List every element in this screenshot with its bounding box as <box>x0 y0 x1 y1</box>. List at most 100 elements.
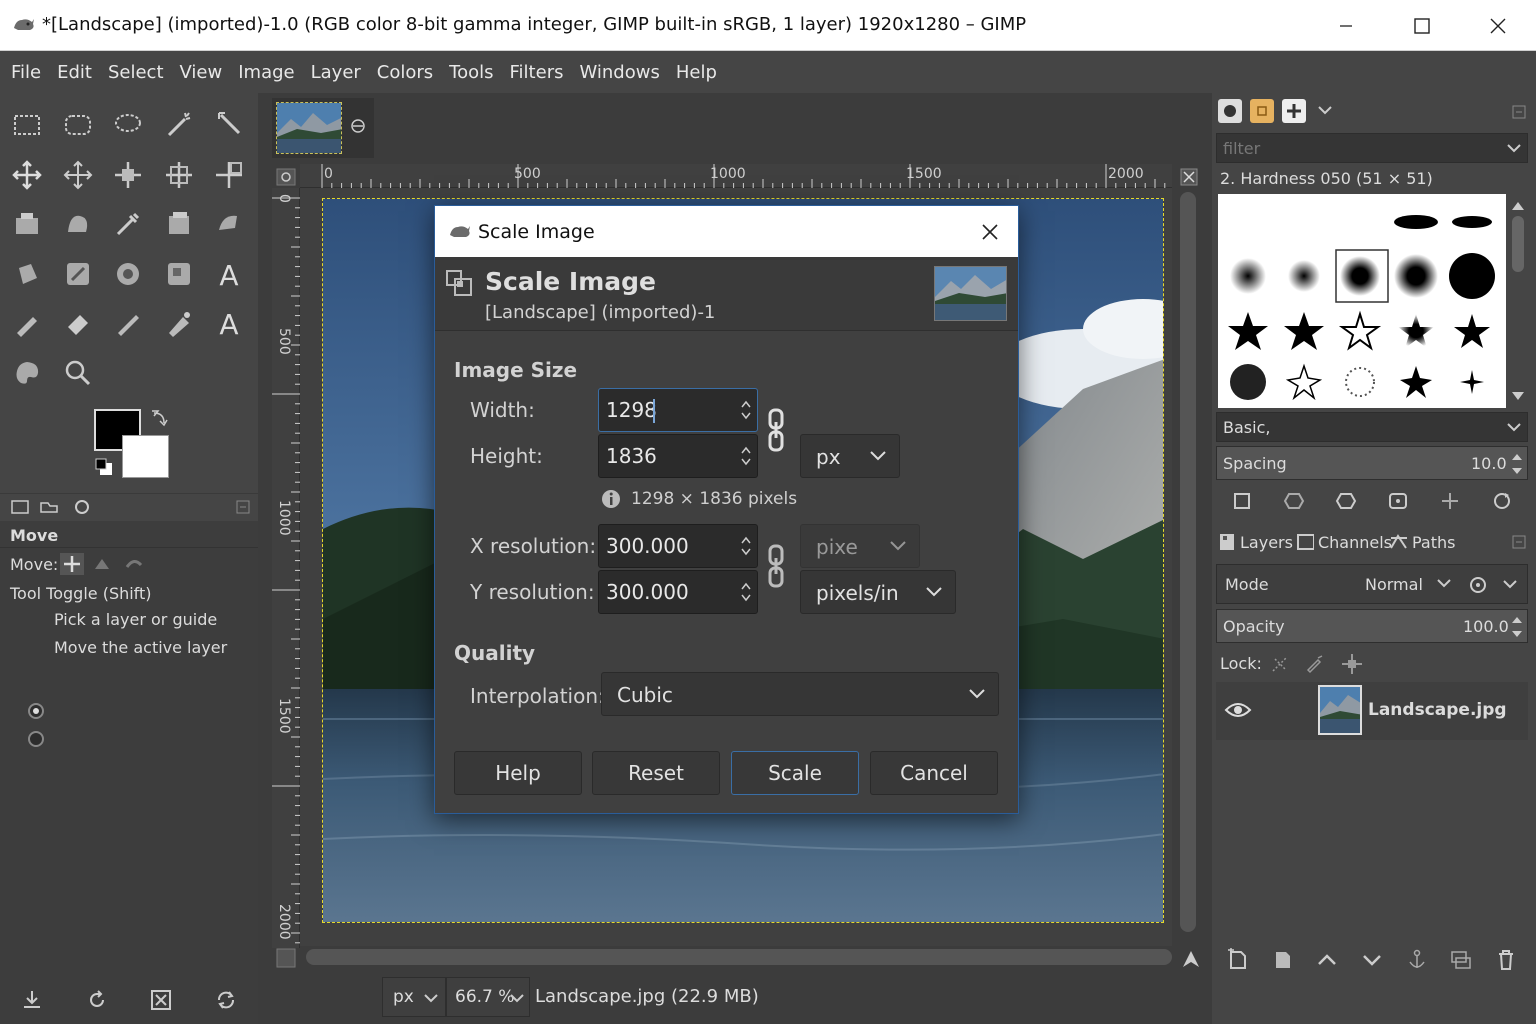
opacity-slider[interactable]: Opacity 100.0 <box>1216 609 1528 643</box>
horizontal-ruler[interactable]: 0 500 1000 1500 2000 <box>300 164 1172 188</box>
minimize-button[interactable] <box>1308 0 1384 51</box>
menu-help[interactable]: Help <box>668 62 725 83</box>
lasso-tool[interactable] <box>106 103 150 147</box>
copy-brush-location-icon[interactable] <box>1387 490 1409 512</box>
reset-button[interactable]: Reset <box>592 751 720 795</box>
new-layer-icon[interactable] <box>1226 948 1250 972</box>
help-button[interactable]: Help <box>454 751 582 795</box>
resolution-unit-select[interactable]: pixels/in <box>800 570 956 614</box>
blur-tool[interactable] <box>157 252 201 296</box>
menu-tools[interactable]: Tools <box>441 62 501 83</box>
tab-paths[interactable]: Paths <box>1388 526 1468 558</box>
crop-transform-tool[interactable] <box>207 153 251 197</box>
lock-pixels-icon[interactable] <box>1270 654 1290 674</box>
mode-select[interactable]: Normal <box>1363 569 1453 599</box>
move-active-layer-label[interactable]: Move the active layer <box>54 638 227 657</box>
warp-tool[interactable] <box>157 153 201 197</box>
menu-image[interactable]: Image <box>230 62 302 83</box>
tab-channels[interactable]: Channels <box>1296 526 1392 558</box>
brush-filter-input[interactable]: filter <box>1216 133 1528 163</box>
delete-layer-icon[interactable] <box>1494 948 1518 972</box>
move-layer-mode-icon[interactable] <box>60 553 84 575</box>
device-status-tab-icon[interactable] <box>38 498 60 516</box>
background-color-swatch[interactable] <box>122 435 169 478</box>
menu-file[interactable]: File <box>3 62 49 83</box>
gradient-tool[interactable] <box>56 252 100 296</box>
zoom-to-fit-icon[interactable] <box>1180 168 1198 186</box>
align-tool[interactable] <box>56 153 100 197</box>
eraser-tool[interactable] <box>56 301 100 345</box>
zoom-select[interactable]: 66.7 % <box>446 977 530 1017</box>
delete-brush-icon[interactable] <box>1439 490 1461 512</box>
close-image-tab-icon[interactable] <box>350 118 366 134</box>
size-unit-select[interactable]: px <box>800 434 900 478</box>
eye-icon[interactable] <box>1224 700 1252 720</box>
width-stepper[interactable] <box>735 389 757 431</box>
paintbrush-tool[interactable] <box>106 301 150 345</box>
close-window-button[interactable] <box>1460 0 1536 51</box>
select-by-color-tool[interactable] <box>207 103 251 147</box>
width-input[interactable]: 1298 <box>598 388 758 432</box>
menu-edit[interactable]: Edit <box>49 62 100 83</box>
bucket-fill-tool[interactable] <box>5 252 49 296</box>
vertical-ruler[interactable]: 0 500 1000 1500 2000 <box>272 188 300 948</box>
x-resolution-input[interactable]: 300.000 <box>598 524 758 568</box>
patterns-tab[interactable] <box>1250 99 1274 123</box>
move-path-mode-icon[interactable] <box>124 555 144 573</box>
configure-tab-icon[interactable] <box>236 500 250 514</box>
menu-view[interactable]: View <box>172 62 231 83</box>
interpolation-select[interactable]: Cubic <box>601 672 999 716</box>
configure-tab-icon[interactable] <box>1512 535 1526 549</box>
chevron-down-icon[interactable] <box>1501 578 1519 592</box>
text-tool[interactable]: A <box>207 252 251 296</box>
height-input[interactable]: 1836 <box>598 434 758 478</box>
spacing-slider[interactable]: Spacing 10.0 <box>1216 446 1528 480</box>
move-selection-mode-icon[interactable] <box>92 555 112 573</box>
brush-grid[interactable] <box>1218 194 1506 408</box>
reset-options-icon[interactable] <box>215 989 237 1011</box>
navigation-arrow-icon[interactable] <box>1180 948 1202 970</box>
navigate-icon[interactable] <box>276 948 296 968</box>
unified-transform-tool[interactable] <box>5 202 49 246</box>
dialog-close-button[interactable] <box>975 217 1005 247</box>
lock-alpha-icon[interactable] <box>1340 652 1364 676</box>
menu-select[interactable]: Select <box>100 62 172 83</box>
size-chain-button[interactable] <box>765 408 787 454</box>
tab-layers[interactable]: Layers <box>1216 526 1294 558</box>
fuzzy-select-tool[interactable] <box>157 103 201 147</box>
new-layer-group-icon[interactable] <box>1271 948 1295 972</box>
refresh-brushes-icon[interactable] <box>1491 490 1513 512</box>
color-picker-tool[interactable] <box>5 351 49 395</box>
x-resolution-stepper[interactable] <box>735 525 757 567</box>
layer-name[interactable]: Landscape.jpg <box>1368 700 1507 720</box>
transform-tool[interactable] <box>106 153 150 197</box>
brush-grid-scrollbar[interactable] <box>1508 194 1528 408</box>
configure-tab-icon[interactable] <box>1512 105 1526 119</box>
swap-colors-icon[interactable] <box>150 409 170 429</box>
composite-mode-icon[interactable] <box>1467 574 1489 596</box>
pencil-tool[interactable] <box>5 301 49 345</box>
lower-layer-icon[interactable] <box>1360 948 1384 972</box>
y-resolution-stepper[interactable] <box>735 571 757 613</box>
unit-select[interactable]: px <box>382 977 446 1017</box>
delete-options-icon[interactable] <box>150 989 172 1011</box>
height-stepper[interactable] <box>735 435 757 477</box>
cancel-button[interactable]: Cancel <box>870 751 998 795</box>
menu-colors[interactable]: Colors <box>369 62 441 83</box>
undo-history-tab-icon[interactable] <box>72 498 92 516</box>
new-brush-icon[interactable] <box>1283 490 1305 512</box>
scale-button[interactable]: Scale <box>731 751 859 795</box>
resolution-chain-button[interactable] <box>765 544 787 590</box>
horizontal-scrollbar[interactable] <box>300 946 1176 968</box>
brushes-tab[interactable] <box>1218 99 1242 123</box>
move-active-layer-radio[interactable] <box>28 731 44 747</box>
maximize-button[interactable] <box>1384 0 1460 51</box>
horizontal-scrollbar-thumb[interactable] <box>306 949 1172 965</box>
anchor-layer-icon[interactable] <box>1405 948 1429 972</box>
menu-windows[interactable]: Windows <box>571 62 667 83</box>
tool-options-tab-icon[interactable] <box>10 498 30 516</box>
vertical-scrollbar-thumb[interactable] <box>1180 192 1196 932</box>
rounded-select-tool[interactable] <box>56 103 100 147</box>
spin-arrows-icon[interactable] <box>1509 613 1525 641</box>
image-tab[interactable] <box>272 98 374 158</box>
